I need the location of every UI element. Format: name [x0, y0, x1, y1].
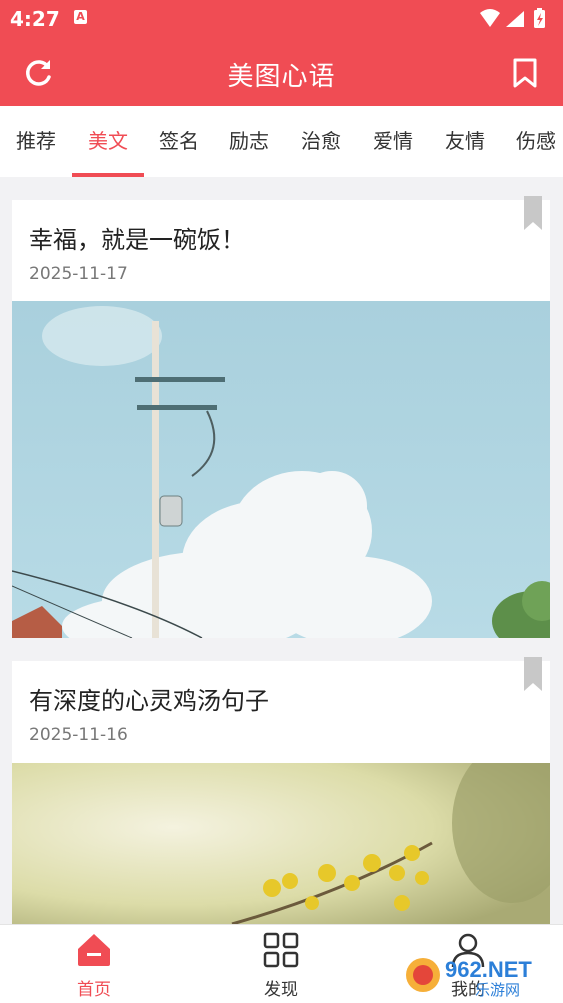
- tab-friendship[interactable]: 友情: [429, 106, 501, 177]
- status-time: 4:27: [10, 7, 60, 31]
- tab-signature[interactable]: 签名: [143, 106, 215, 177]
- nav-discover-label: 发现: [264, 980, 298, 1000]
- status-icons: [478, 7, 553, 35]
- page-title: 美图心语: [227, 62, 336, 92]
- nav-home[interactable]: 首页: [34, 925, 154, 1003]
- site-watermark: 962.NET 乐游网: [405, 952, 555, 999]
- article-card[interactable]: 有深度的心灵鸡汤句子 2025-11-16: [12, 657, 550, 924]
- bookmark-ribbon-icon[interactable]: [524, 657, 542, 691]
- article-card[interactable]: 幸福，就是一碗饭！ 2025-11-17: [12, 196, 550, 638]
- article-image[interactable]: [12, 301, 550, 638]
- tab-sad[interactable]: 伤感: [500, 106, 563, 177]
- article-title: 幸福，就是一碗饭！: [29, 226, 245, 254]
- bookmark-button[interactable]: [507, 55, 543, 91]
- article-date: 2025-11-16: [29, 725, 128, 745]
- watermark-subtext: 乐游网: [475, 981, 520, 998]
- wifi-signal-battery-icon: [480, 8, 545, 28]
- tab-love[interactable]: 爱情: [357, 106, 429, 177]
- yellow-flowers-image: [12, 763, 550, 924]
- home-icon: [78, 934, 110, 966]
- status-bar: 4:27 A: [0, 0, 563, 38]
- notification-icon: A: [74, 10, 87, 24]
- tab-essay[interactable]: 美文: [72, 106, 144, 177]
- tab-inspiration[interactable]: 励志: [213, 106, 285, 177]
- article-image[interactable]: [12, 763, 550, 924]
- watermark-text: 962.NET: [445, 957, 532, 982]
- bookmark-icon: [513, 58, 537, 88]
- nav-discover[interactable]: 发现: [221, 925, 341, 1003]
- category-tabs: 推荐 美文 签名 励志 治愈 爱情 友情 伤感: [0, 106, 563, 177]
- tab-healing[interactable]: 治愈: [285, 106, 357, 177]
- article-title: 有深度的心灵鸡汤句子: [29, 687, 269, 715]
- sky-utility-pole-image: [12, 301, 550, 638]
- nav-home-label: 首页: [77, 980, 111, 1000]
- article-date: 2025-11-17: [29, 264, 128, 284]
- discover-icon: [263, 932, 299, 968]
- bookmark-ribbon-icon[interactable]: [524, 196, 542, 230]
- watermark-logo: 962.NET 乐游网: [406, 957, 532, 999]
- tab-recommend[interactable]: 推荐: [0, 106, 72, 177]
- app-bar: 美图心语: [0, 38, 563, 106]
- active-tab-indicator: [72, 173, 144, 177]
